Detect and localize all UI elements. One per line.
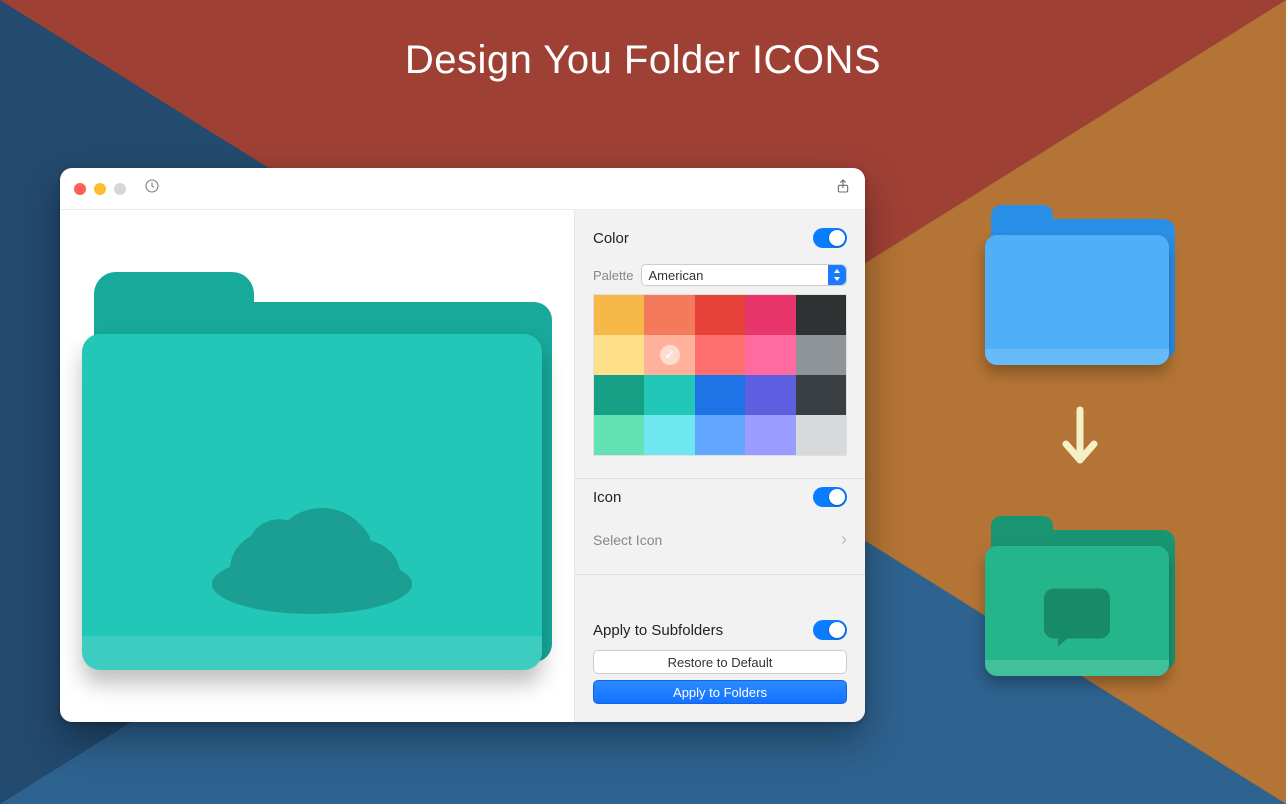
app-window: Color Palette American Icon Select Ic: [60, 168, 865, 722]
color-swatches: [593, 294, 847, 456]
history-icon[interactable]: [144, 178, 160, 199]
select-icon-label: Select Icon: [593, 532, 662, 548]
color-swatch[interactable]: [695, 295, 745, 335]
window-body: Color Palette American Icon Select Ic: [60, 210, 865, 722]
select-icon-row[interactable]: Select Icon ›: [593, 517, 847, 566]
stepper-arrows-icon: [828, 265, 846, 285]
icon-section-header: Icon: [593, 487, 847, 517]
palette-select[interactable]: American: [641, 264, 847, 286]
page-headline: Design You Folder ICONS: [0, 38, 1286, 83]
apply-subfolders-toggle[interactable]: [813, 620, 847, 640]
folder-preview: [82, 272, 552, 670]
color-swatch[interactable]: [796, 375, 846, 415]
color-swatch[interactable]: [695, 335, 745, 375]
example-folder-after: [985, 516, 1175, 676]
color-swatch[interactable]: [594, 335, 644, 375]
icon-toggle[interactable]: [813, 487, 847, 507]
apply-section-header: Apply to Subfolders: [593, 620, 847, 644]
share-icon[interactable]: [835, 178, 851, 199]
color-swatch[interactable]: [745, 415, 795, 455]
color-swatch[interactable]: [644, 295, 694, 335]
chevron-right-icon: ›: [841, 529, 847, 550]
apply-subfolders-label: Apply to Subfolders: [593, 622, 723, 639]
color-section-header: Color: [593, 228, 847, 258]
arrow-down-icon: [1058, 404, 1102, 473]
minimize-button[interactable]: [94, 183, 106, 195]
color-toggle[interactable]: [813, 228, 847, 248]
color-swatch[interactable]: [695, 375, 745, 415]
color-swatch[interactable]: [745, 375, 795, 415]
titlebar: [60, 168, 865, 210]
close-button[interactable]: [74, 183, 86, 195]
palette-row: Palette American: [593, 264, 847, 286]
traffic-lights: [74, 183, 126, 195]
color-swatch[interactable]: [796, 295, 846, 335]
color-swatch[interactable]: [644, 335, 694, 375]
color-swatch[interactable]: [644, 415, 694, 455]
color-swatch[interactable]: [796, 415, 846, 455]
restore-default-button[interactable]: Restore to Default: [593, 650, 847, 674]
icon-title: Icon: [593, 489, 621, 506]
chat-icon: [1044, 589, 1110, 639]
color-swatch[interactable]: [745, 335, 795, 375]
color-swatch[interactable]: [695, 415, 745, 455]
cloud-icon: [212, 484, 412, 614]
apply-to-folders-button[interactable]: Apply to Folders: [593, 680, 847, 704]
color-swatch[interactable]: [594, 415, 644, 455]
zoom-button[interactable]: [114, 183, 126, 195]
preview-pane: [60, 210, 575, 722]
color-swatch[interactable]: [745, 295, 795, 335]
color-swatch[interactable]: [594, 375, 644, 415]
color-swatch[interactable]: [796, 335, 846, 375]
palette-label: Palette: [593, 268, 633, 283]
palette-selected-value: American: [648, 268, 703, 283]
color-swatch[interactable]: [644, 375, 694, 415]
example-folder-before: [985, 205, 1175, 365]
color-title: Color: [593, 230, 629, 247]
settings-sidebar: Color Palette American Icon Select Ic: [575, 210, 865, 722]
color-swatch[interactable]: [594, 295, 644, 335]
